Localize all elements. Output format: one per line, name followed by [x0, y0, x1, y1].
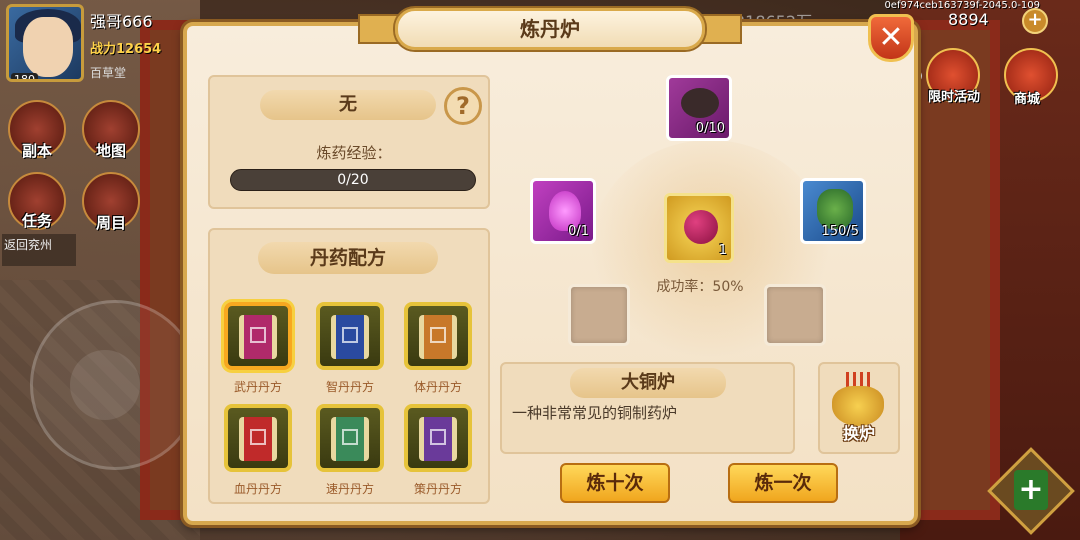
- recipe-label: 血丹丹方: [233, 482, 282, 496]
- recipe-1[interactable]: [224, 302, 292, 370]
- refine-once-button[interactable]: 炼一次: [728, 463, 838, 503]
- shop-label: 商城: [1014, 92, 1041, 107]
- recipe-label: 武丹丹方: [233, 380, 282, 394]
- recipe-label: 体丹丹方: [413, 380, 462, 394]
- close-icon: ✕: [878, 20, 904, 55]
- herb-count: 150/5: [821, 224, 859, 239]
- limited-event-label: 限时活动: [928, 90, 981, 105]
- scroll-icon: [331, 315, 369, 359]
- ore-ingredient-slot[interactable]: 0/10: [666, 75, 732, 141]
- exp-value: 0/20: [337, 172, 369, 188]
- herb-ingredient-slot[interactable]: 150/5: [800, 178, 866, 244]
- scroll-icon: [419, 417, 457, 461]
- empty-slot-right[interactable]: [764, 284, 826, 346]
- recipe-4[interactable]: [224, 404, 292, 472]
- scroll-seal-icon: [250, 429, 266, 445]
- expand-menu-button[interactable]: +: [1014, 470, 1048, 510]
- map-label: 地图: [96, 142, 127, 160]
- scroll-icon: [419, 315, 457, 359]
- dungeon-label: 副本: [22, 142, 53, 160]
- furnace-name: 大铜炉: [570, 368, 726, 398]
- recipe-label: 智丹丹方: [325, 380, 374, 394]
- pill-result-slot[interactable]: 1: [664, 193, 734, 263]
- cycle-label: 周目: [96, 214, 127, 232]
- recipe-6[interactable]: [404, 404, 472, 472]
- power-label: 战力12654: [90, 42, 162, 57]
- empty-slot-left[interactable]: [568, 284, 630, 346]
- recipe-5[interactable]: [316, 404, 384, 472]
- refine-ten-button[interactable]: 炼十次: [560, 463, 670, 503]
- ore-icon: [681, 88, 719, 118]
- current-recipe-name: 无: [260, 90, 436, 120]
- recipe-label: 速丹丹方: [325, 482, 374, 496]
- recipe-2[interactable]: [316, 302, 384, 370]
- scroll-seal-icon: [250, 327, 266, 343]
- recipe-3[interactable]: [404, 302, 472, 370]
- return-location-button[interactable]: 返回兖州: [2, 234, 76, 266]
- quest-label: 任务: [22, 212, 53, 230]
- flame-ingredient-slot[interactable]: 0/1: [530, 178, 596, 244]
- switch-furnace-label: 换炉: [842, 424, 875, 443]
- herb-icon: [817, 189, 853, 229]
- pill-count: 1: [718, 243, 727, 258]
- scroll-icon: [331, 417, 369, 461]
- flame-count: 0/1: [568, 224, 589, 239]
- success-rate: 成功率：50%: [656, 279, 744, 295]
- scroll-seal-icon: [342, 429, 358, 445]
- dialog-title: 炼丹炉: [395, 8, 705, 50]
- recipes-header: 丹药配方: [258, 242, 438, 274]
- player-name: 强哥666: [90, 12, 153, 31]
- add-gems-button[interactable]: +: [1022, 8, 1048, 34]
- furnace-description: 一种非常常见的铜制药炉: [512, 404, 678, 422]
- ore-count: 0/10: [695, 121, 725, 136]
- joystick-knob[interactable]: [70, 350, 140, 420]
- scroll-seal-icon: [430, 429, 446, 445]
- scroll-seal-icon: [342, 327, 358, 343]
- guild-label: 百草堂: [90, 66, 127, 80]
- exp-label: 炼药经验：: [316, 144, 392, 162]
- close-button[interactable]: ✕: [868, 14, 914, 62]
- avatar-face: [23, 17, 73, 77]
- recipe-label: 策丹丹方: [413, 482, 462, 496]
- level-badge: 180: [11, 73, 38, 79]
- scroll-icon: [239, 417, 277, 461]
- scroll-icon: [239, 315, 277, 359]
- red-pill-icon: [684, 210, 718, 244]
- help-button[interactable]: ?: [444, 87, 482, 125]
- scroll-seal-icon: [430, 327, 446, 343]
- gem-amount: 8894: [948, 10, 989, 29]
- player-avatar[interactable]: 180: [6, 4, 84, 82]
